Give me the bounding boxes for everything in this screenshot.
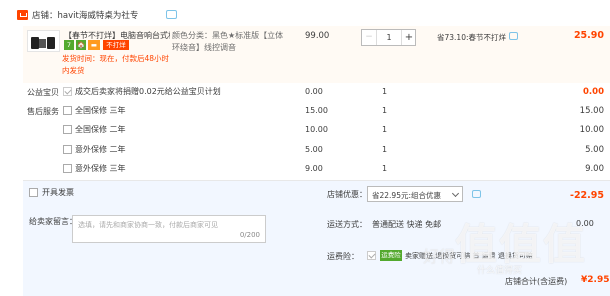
warranty-option-qty: 1 — [382, 106, 388, 115]
warranty-option-checkbox[interactable] — [63, 145, 72, 154]
warranty-option-price: 10.00 — [305, 125, 328, 134]
home-badge: 🏠 — [76, 40, 86, 50]
message-placeholder: 选填，请先和商家协商一致，付款后商家可见 — [78, 221, 218, 229]
charity-option-text: 成交后卖家将捐赠0.02元给公益宝贝计划 — [75, 87, 221, 96]
quantity-stepper: − 1 + — [361, 29, 416, 46]
warranty-option-subtotal: 15.00 — [579, 106, 604, 116]
speaker-right-graphic — [47, 37, 55, 49]
promo-text: 省73.10:春节不打烊 — [437, 33, 506, 42]
quantity-input[interactable]: 1 — [377, 30, 401, 45]
store-total-amount: ¥2.95 — [581, 275, 610, 285]
no-closing-badge: 不打烊 — [103, 40, 129, 50]
promo-info-icon[interactable] — [509, 32, 518, 40]
charity-qty: 1 — [382, 87, 388, 96]
warranty-option-subtotal: 10.00 — [579, 125, 604, 135]
chevron-down-icon — [451, 189, 460, 198]
decrease-button[interactable]: − — [362, 30, 377, 45]
invoice-checkbox[interactable] — [29, 188, 38, 197]
warranty-option-text: 意外保修 三年 — [75, 164, 126, 173]
watermark-tag: 好得 — [423, 247, 456, 266]
discount-select[interactable]: 省22.95元:组合优惠 — [367, 186, 463, 202]
controller-graphic — [39, 39, 46, 48]
warranty-option-subtotal: 5.00 — [585, 145, 604, 155]
product-attributes: 颜色分类：黑色★标准版【立体环绕音】线控调音 — [172, 31, 284, 52]
warranty-option-text: 全国保修 三年 — [75, 106, 126, 115]
discount-selected: 省22.95元:组合优惠 — [372, 191, 441, 200]
warranty-option-price: 15.00 — [305, 106, 328, 115]
product-thumbnail[interactable] — [27, 30, 60, 52]
charity-subtotal: 0.00 — [583, 87, 604, 97]
insurance-checkbox[interactable] — [367, 251, 376, 260]
item-subtotal: 25.90 — [573, 30, 604, 41]
unit-price: 99.00 — [305, 31, 330, 41]
charity-checkbox[interactable] — [63, 87, 72, 96]
ship-time-note-cont: 内发货 — [62, 66, 85, 75]
message-label: 给卖家留言： — [29, 217, 77, 226]
message-char-count: 0/200 — [239, 231, 260, 239]
shipping-method: 普通配送 快递 免邮 — [372, 220, 442, 229]
warranty-option-text: 全国保修 二年 — [75, 125, 126, 134]
shipping-label: 运送方式： — [327, 220, 367, 229]
discount-info-icon[interactable] — [472, 190, 481, 198]
warranty-option-qty: 1 — [382, 145, 388, 154]
warranty-option-checkbox[interactable] — [63, 164, 72, 173]
store-total-label: 店铺合计(含运费) — [505, 277, 568, 286]
insurance-badge: 运费险 — [380, 250, 402, 261]
warranty-option-price: 5.00 — [305, 145, 323, 154]
warranty-option-checkbox[interactable] — [63, 106, 72, 115]
discount-label: 店铺优惠： — [327, 190, 367, 199]
insurance-label: 运费险： — [327, 252, 359, 261]
charity-price: 0.00 — [305, 87, 323, 96]
ship-time-note: 发货时间：现在，付款后48小时 — [62, 54, 170, 63]
card-badge: ▬ — [88, 40, 100, 50]
warranty-option-price: 9.00 — [305, 164, 323, 173]
charity-label: 公益宝贝 — [27, 88, 59, 97]
speaker-left-graphic — [31, 37, 39, 49]
warranty-option-subtotal: 9.00 — [585, 164, 604, 174]
warranty-option-text: 意外保修 二年 — [75, 145, 126, 154]
increase-button[interactable]: + — [401, 30, 416, 45]
discount-amount: -22.95 — [570, 190, 604, 201]
warranty-option-qty: 1 — [382, 164, 388, 173]
store-icon — [17, 10, 28, 20]
warranty-option-qty: 1 — [382, 125, 388, 134]
after-sales-label: 售后服务 — [27, 107, 59, 116]
invoice-label: 开具发票 — [42, 188, 74, 197]
chat-icon[interactable] — [166, 10, 177, 19]
store-name[interactable]: 店铺：havit海威特桌为社专 — [32, 9, 138, 21]
warranty-option-checkbox[interactable] — [63, 125, 72, 134]
seller-message-input[interactable]: 选填，请先和商家协商一致，付款后商家可见 0/200 — [72, 215, 266, 243]
watermark-sub: 什么值得买 — [477, 266, 523, 276]
seven-day-return-badge: 7 — [64, 40, 74, 50]
